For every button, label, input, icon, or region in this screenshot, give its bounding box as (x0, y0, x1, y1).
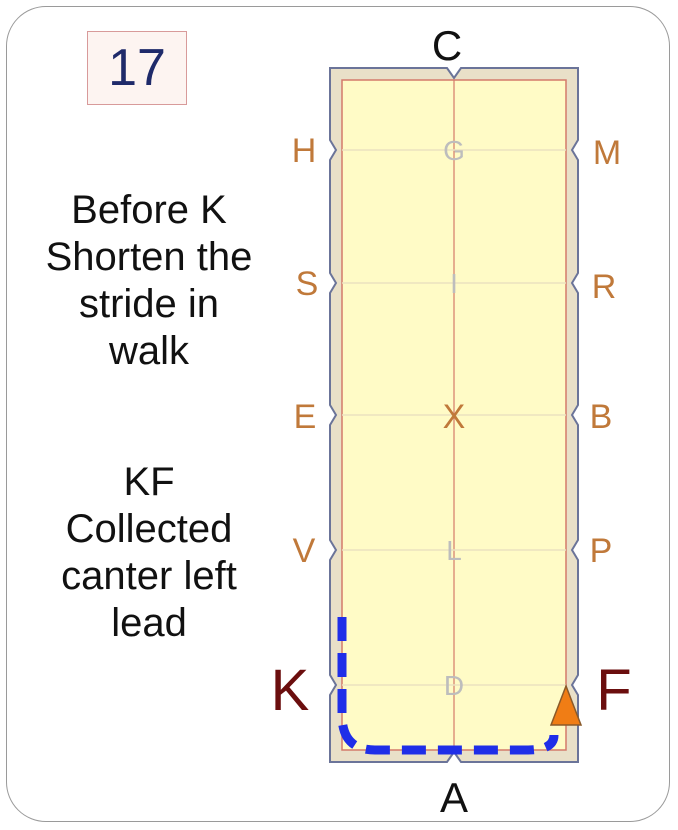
arena-letter-d: D (444, 670, 464, 701)
arena-letter-g: G (443, 135, 465, 166)
arena-letter-i: I (450, 268, 458, 299)
arena-letter-v: V (293, 532, 316, 570)
arena-letter-h: H (292, 132, 317, 170)
arena-diagram: C A H S E V K M R B P F G I L D X (271, 22, 632, 821)
arena-letter-r: R (592, 268, 617, 306)
arena-letter-x: X (443, 398, 466, 436)
arena-letter-s: S (296, 265, 319, 303)
arena-letter-top: C (432, 22, 462, 69)
arena-letter-b: B (590, 398, 613, 436)
arena-letter-bottom: A (440, 774, 468, 821)
arena-letter-k: K (271, 658, 310, 723)
arena-letter-f: F (596, 658, 631, 723)
arena-letter-l: L (446, 535, 462, 566)
arena-letter-p: P (590, 532, 613, 570)
arena-letter-m: M (593, 134, 621, 172)
arena-letter-e: E (294, 398, 317, 436)
